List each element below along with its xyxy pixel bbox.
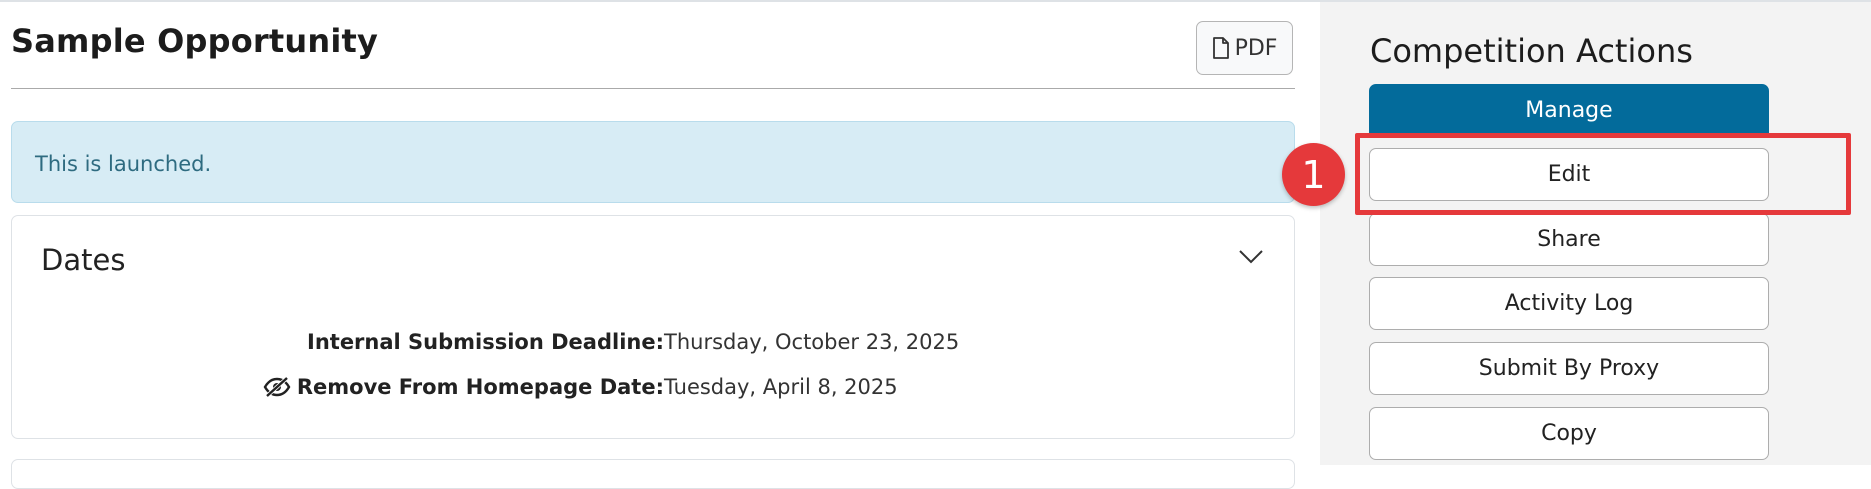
date-row-internal-deadline: Internal Submission Deadline: Thursday, … <box>12 330 1296 360</box>
step-badge: 1 <box>1282 143 1345 206</box>
file-icon <box>1212 37 1229 59</box>
date-label: Remove From Homepage Date: <box>263 375 664 399</box>
copy-button[interactable]: Copy <box>1369 407 1769 460</box>
status-alert: This is launched. <box>11 121 1295 203</box>
date-label: Internal Submission Deadline: <box>307 330 664 354</box>
title-divider <box>11 88 1295 89</box>
pdf-button-label: PDF <box>1234 35 1278 61</box>
eye-slash-icon <box>263 376 291 398</box>
share-button[interactable]: Share <box>1369 213 1769 266</box>
dates-card-title: Dates <box>41 243 126 277</box>
submit-by-proxy-button[interactable]: Submit By Proxy <box>1369 342 1769 395</box>
date-row-remove-homepage: Remove From Homepage Date: Tuesday, Apri… <box>12 375 1296 405</box>
page-title: Sample Opportunity <box>11 22 379 60</box>
dates-card: Dates Internal Submission Deadline: Thur… <box>11 215 1295 439</box>
manage-button[interactable]: Manage <box>1369 84 1769 137</box>
next-card <box>11 459 1295 489</box>
date-value: Tuesday, April 8, 2025 <box>664 375 898 399</box>
chevron-down-icon[interactable] <box>1238 249 1264 265</box>
main-content: Sample Opportunity PDF This is launched.… <box>0 2 1320 489</box>
sidebar: Competition Actions Manage Edit Share Ac… <box>1320 2 1871 465</box>
date-value: Thursday, October 23, 2025 <box>664 330 960 354</box>
activity-log-button[interactable]: Activity Log <box>1369 277 1769 330</box>
pdf-button[interactable]: PDF <box>1196 21 1293 75</box>
edit-highlight-box <box>1355 133 1851 215</box>
sidebar-title: Competition Actions <box>1370 32 1693 70</box>
status-alert-text: This is launched. <box>35 152 212 176</box>
